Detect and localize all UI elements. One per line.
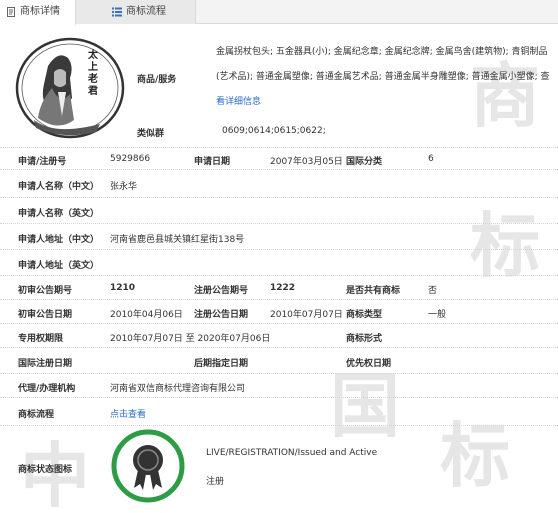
intl-reg-label: 国际注册日期 bbox=[18, 359, 73, 369]
row-pub-no: 初审公告期号 1210 注册公告期号 1222 是否共有商标 否 bbox=[0, 276, 558, 300]
reg-pub-no-label: 注册公告期号 bbox=[194, 286, 249, 296]
row-flow: 商标流程 点击查看 bbox=[0, 398, 558, 426]
tab-label: 商标流程 bbox=[126, 6, 166, 17]
address-cn-value: 河南省鹿邑县城关镇红星街138号 bbox=[110, 235, 245, 245]
row-pub-date: 初审公告日期 2010年04月06日 注册公告日期 2010年07月07日 商标… bbox=[0, 300, 558, 324]
prelim-date-value: 2010年04月06日 bbox=[110, 310, 183, 320]
reg-pub-date-value: 2010年07月07日 bbox=[270, 310, 343, 320]
row-reg-no: 申请/注册号 5929866 申请日期 2007年03月05日 国际分类 6 bbox=[0, 148, 558, 170]
prelim-no-label: 初审公告期号 bbox=[18, 286, 73, 296]
applicant-en-label: 申请人名称（英文） bbox=[18, 209, 100, 219]
tab-label: 商标详情 bbox=[20, 6, 60, 17]
app-date-value: 2007年03月05日 bbox=[270, 157, 343, 167]
exclusive-value: 2010年07月07日 至 2020年07月06日 bbox=[110, 334, 271, 344]
row-address-en: 申请人地址（英文） bbox=[0, 250, 558, 276]
applicant-cn-value: 张永华 bbox=[110, 182, 138, 192]
row-applicant-cn: 申请人名称（中文） 张永华 bbox=[0, 170, 558, 198]
similar-group-label: 类似群 bbox=[137, 129, 165, 139]
status-en: LIVE/REGISTRATION/Issued and Active bbox=[206, 448, 378, 458]
prelim-no-value: 1210 bbox=[110, 283, 136, 293]
list-icon bbox=[112, 7, 122, 17]
row-exclusive: 专用权期限 2010年07月07日 至 2020年07月06日 商标形式 bbox=[0, 324, 558, 348]
goods-list: 金属拐杖包头; 五金器具(小); 金属纪念章; 金属纪念牌; 金属鸟舍(建筑物)… bbox=[216, 40, 550, 115]
row-intl-reg: 国际注册日期 后期指定日期 优先权日期 bbox=[0, 348, 558, 374]
later-label: 后期指定日期 bbox=[194, 359, 249, 369]
agent-label: 代理/办理机构 bbox=[18, 384, 76, 394]
status-label: 商标状态图标 bbox=[18, 465, 73, 475]
flow-label: 商标流程 bbox=[18, 410, 55, 420]
status-cn: 注册 bbox=[206, 477, 225, 487]
intl-class-value: 6 bbox=[428, 154, 434, 164]
agent-value: 河南省双信商标代理咨询有限公司 bbox=[110, 384, 246, 394]
shared-label: 是否共有商标 bbox=[346, 286, 401, 296]
goods-label: 商品/服务 bbox=[137, 75, 177, 85]
shared-value: 否 bbox=[428, 286, 438, 296]
type-label: 商标类型 bbox=[346, 310, 383, 320]
app-date-label: 申请日期 bbox=[194, 157, 231, 167]
form-label: 商标形式 bbox=[346, 334, 383, 344]
row-applicant-en: 申请人名称（英文） bbox=[0, 198, 558, 224]
reg-no-value: 5929866 bbox=[110, 154, 151, 164]
row-address-cn: 申请人地址（中文） 河南省鹿邑县城关镇红星街138号 bbox=[0, 224, 558, 250]
type-value: 一般 bbox=[428, 310, 447, 320]
prelim-date-label: 初审公告日期 bbox=[18, 310, 73, 320]
portrait-caption: 太上老君 bbox=[88, 50, 98, 97]
view-details-link[interactable]: 看详细信息 bbox=[216, 97, 261, 107]
trademark-image: 太上老君 bbox=[14, 36, 126, 140]
flow-view-link[interactable]: 点击查看 bbox=[110, 407, 146, 420]
tab-trademark-flow[interactable]: 商标流程 bbox=[76, 0, 196, 24]
similar-group-value: 0609;0614;0615;0622; bbox=[222, 126, 326, 136]
status-badge-icon bbox=[110, 428, 186, 504]
reg-no-label: 申请/注册号 bbox=[18, 157, 67, 167]
intl-class-label: 国际分类 bbox=[346, 157, 383, 167]
tab-bar: 商标详情 商标流程 bbox=[0, 0, 558, 25]
priority-label: 优先权日期 bbox=[346, 359, 392, 369]
tab-trademark-detail[interactable]: 商标详情 bbox=[0, 0, 76, 25]
address-en-label: 申请人地址（英文） bbox=[18, 261, 100, 271]
row-agent: 代理/办理机构 河南省双信商标代理咨询有限公司 bbox=[0, 374, 558, 398]
reg-pub-date-label: 注册公告日期 bbox=[194, 310, 249, 320]
exclusive-label: 专用权期限 bbox=[18, 334, 64, 344]
goods-text: 金属拐杖包头; 五金器具(小); 金属纪念章; 金属纪念牌; 金属鸟舍(建筑物)… bbox=[216, 47, 550, 82]
reg-pub-no-value: 1222 bbox=[270, 283, 296, 293]
address-cn-label: 申请人地址（中文） bbox=[18, 235, 100, 245]
document-icon bbox=[7, 7, 15, 17]
applicant-cn-label: 申请人名称（中文） bbox=[18, 182, 100, 192]
